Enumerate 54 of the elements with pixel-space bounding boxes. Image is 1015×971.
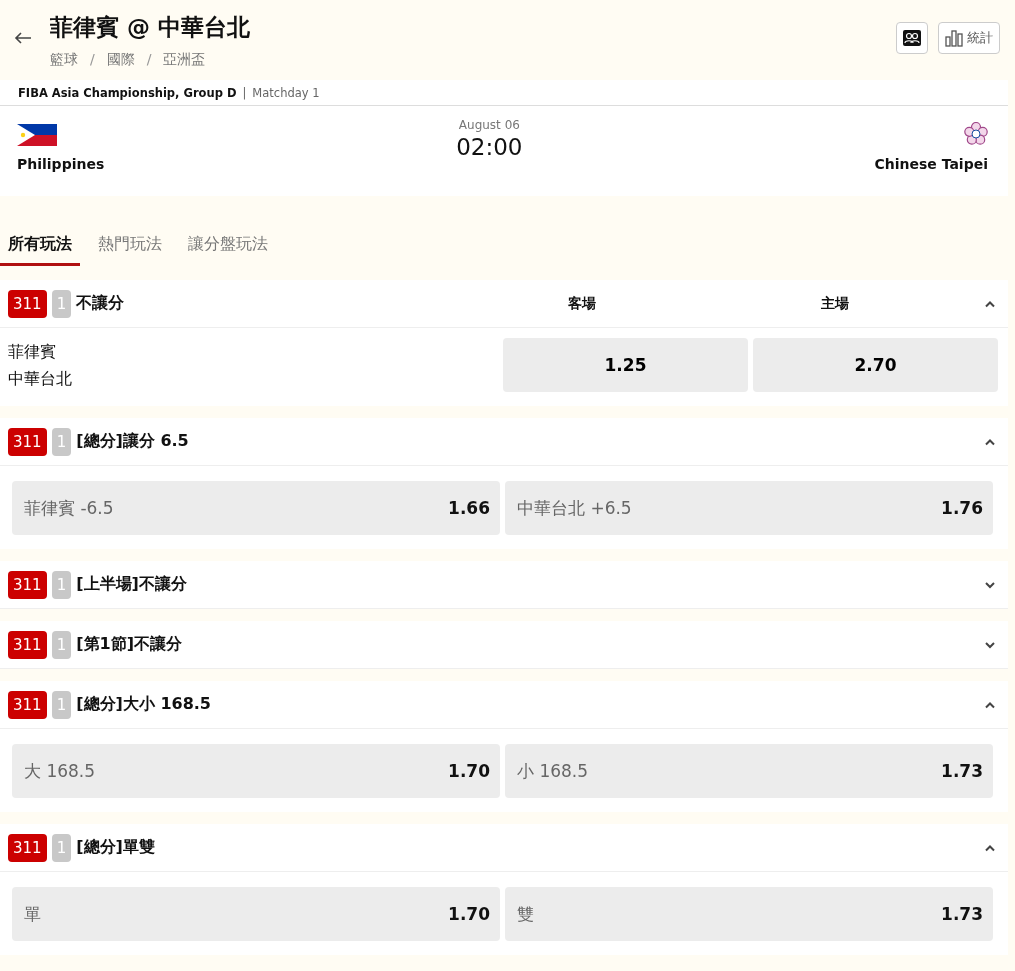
away-team-name: Chinese Taipei	[874, 156, 988, 172]
breadcrumb-link[interactable]: 籃球	[50, 51, 78, 69]
flag-icon	[17, 124, 57, 146]
round-label: Matchday 1	[252, 85, 320, 100]
market-tab[interactable]: 熱門玩法	[90, 234, 170, 266]
market-code-badge: 311	[8, 289, 47, 318]
breadcrumb-link[interactable]: 國際	[106, 51, 135, 69]
market-tab[interactable]: 所有玩法	[0, 234, 80, 266]
chevron-down-icon	[984, 580, 996, 589]
market-code-badge: 311	[8, 833, 47, 862]
column-header: 客場	[567, 294, 597, 313]
market-title: [總分]讓分 6.5	[76, 431, 190, 452]
odds-button[interactable]: 單 1.70	[12, 887, 500, 941]
back-arrow-icon	[14, 32, 32, 44]
column-header: 主場	[820, 294, 850, 313]
breadcrumb-link[interactable]: 亞洲盃	[163, 51, 206, 69]
market-title: 不讓分	[76, 293, 126, 314]
odds-button[interactable]: 2.70	[753, 338, 998, 392]
team-name: 菲律賓	[8, 341, 57, 363]
chevron-up-icon	[984, 843, 996, 852]
bar-chart-icon	[945, 29, 963, 47]
chevron-up-icon	[984, 299, 996, 308]
market-title: [總分]單雙	[76, 837, 156, 858]
market-title: [總分]大小 168.5	[76, 694, 212, 715]
breadcrumb-separator: /	[90, 51, 95, 69]
market-code-badge: 311	[8, 427, 47, 456]
market-title: [上半場]不讓分	[76, 574, 188, 595]
chevron-up-icon	[984, 700, 996, 709]
odds-button[interactable]: 1.25	[503, 338, 748, 392]
market-code-badge: 311	[8, 570, 47, 599]
odds-button[interactable]: 雙 1.73	[505, 887, 993, 941]
chevron-up-icon	[984, 437, 996, 446]
league-name: FIBA Asia Championship, Group D	[18, 85, 237, 100]
odds-button[interactable]: 中華台北 +6.5 1.76	[505, 481, 993, 535]
divider-mark: |	[242, 85, 247, 100]
market-title: [第1節]不讓分	[76, 634, 183, 655]
flower-emblem-icon	[964, 122, 988, 146]
stats-button[interactable]: 統計	[938, 22, 1000, 54]
odds-button[interactable]: 大 168.5 1.70	[12, 744, 500, 798]
chevron-down-icon	[984, 640, 996, 649]
team-name: 中華台北	[8, 368, 73, 390]
lineup-button[interactable]	[896, 22, 928, 54]
market-tab[interactable]: 讓分盤玩法	[180, 234, 276, 266]
people-icon	[903, 30, 921, 46]
match-date: August 06	[457, 118, 521, 132]
home-team-name: Philippines	[17, 156, 105, 172]
back-button[interactable]	[14, 32, 32, 44]
match-time: 02:00	[456, 134, 523, 160]
match-title: 菲律賓 @ 中華台北	[50, 13, 251, 42]
breadcrumb-separator: /	[146, 51, 152, 69]
odds-button[interactable]: 小 168.5 1.73	[505, 744, 993, 798]
odds-button[interactable]: 菲律賓 -6.5 1.66	[12, 481, 500, 535]
market-code-badge: 311	[8, 630, 47, 659]
market-code-badge: 311	[8, 690, 47, 719]
